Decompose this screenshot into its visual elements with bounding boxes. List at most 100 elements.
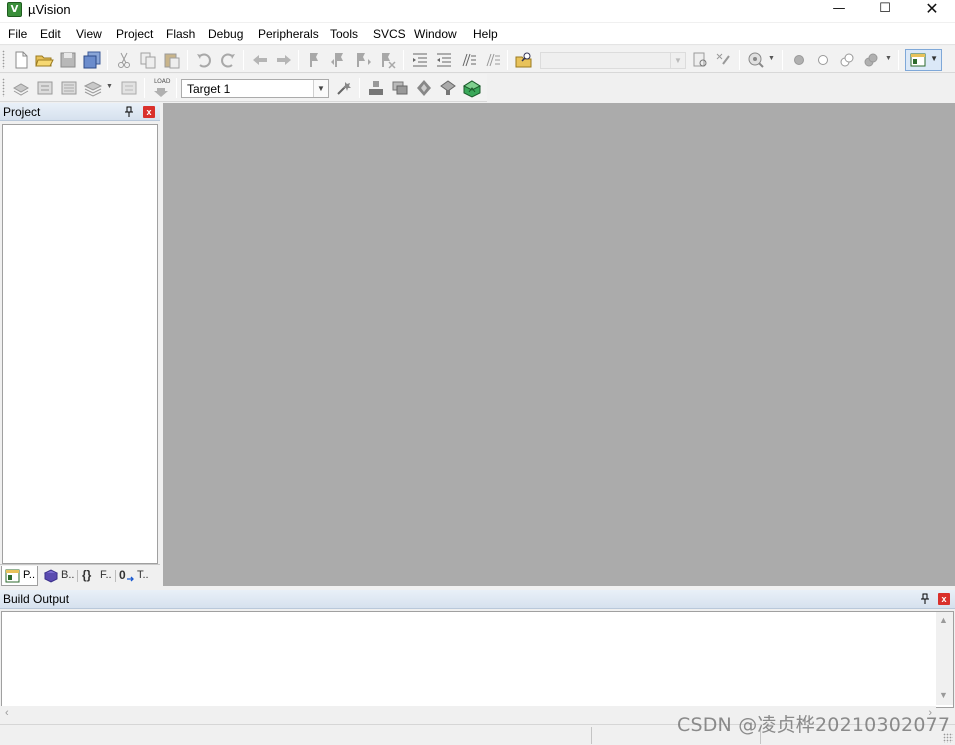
window-layout-icon	[910, 53, 926, 67]
chevron-down-icon: ▼	[930, 54, 938, 63]
toolbar-grip[interactable]	[2, 50, 5, 69]
pin-icon[interactable]	[123, 106, 135, 118]
tab-project-label: P..	[23, 569, 36, 581]
find-icon[interactable]	[690, 50, 710, 70]
close-panel-icon[interactable]: x	[938, 593, 950, 605]
menu-view[interactable]: View	[74, 26, 104, 42]
toolbar-separator	[187, 50, 188, 70]
scroll-up-icon[interactable]: ▲	[939, 615, 948, 625]
bookmark-previous-icon[interactable]	[329, 50, 349, 70]
chevron-down-icon[interactable]: ▼	[106, 83, 113, 90]
unindent-icon[interactable]	[434, 50, 454, 70]
translate-icon[interactable]	[11, 78, 31, 98]
manage-project-items-icon[interactable]	[366, 78, 386, 98]
menu-svcs[interactable]: SVCS	[371, 26, 408, 42]
select-packs-icon[interactable]	[390, 78, 410, 98]
menu-tools[interactable]: Tools	[328, 26, 360, 42]
project-panel-header: Project x	[0, 103, 160, 121]
chevron-down-icon[interactable]: ▼	[313, 80, 328, 97]
window-layout-button[interactable]: ▼	[905, 49, 942, 71]
new-file-icon[interactable]	[11, 50, 31, 70]
download-load-icon[interactable]: LOAD	[151, 78, 171, 98]
save-all-icon[interactable]	[82, 50, 102, 70]
project-panel-tabs: P.. B.. {} F.. 0 T..	[0, 564, 160, 586]
file-toolbar: ▼ ▼ ▼ ▼	[0, 46, 955, 73]
toolbar-separator	[898, 50, 899, 70]
uvision-app-icon: V	[7, 2, 22, 17]
menu-flash[interactable]: Flash	[164, 26, 197, 42]
bookmark-clear-icon[interactable]	[377, 50, 397, 70]
menu-debug[interactable]: Debug	[206, 26, 245, 42]
menu-help[interactable]: Help	[471, 26, 500, 42]
tab-books-label: B..	[61, 569, 75, 581]
pin-icon[interactable]	[919, 593, 931, 605]
close-window-button[interactable]: ✕	[909, 0, 955, 22]
menu-peripherals[interactable]: Peripherals	[256, 26, 321, 42]
uncomment-icon[interactable]	[482, 50, 502, 70]
tab-separator	[77, 570, 78, 582]
status-divider	[591, 727, 592, 744]
comment-icon[interactable]	[458, 50, 478, 70]
templates-icon: 0	[119, 567, 134, 582]
scroll-down-icon[interactable]: ▼	[939, 690, 948, 700]
chevron-down-icon[interactable]: ▼	[885, 55, 892, 62]
find-combo[interactable]: ▼	[540, 52, 686, 69]
find-in-files-icon[interactable]	[514, 50, 534, 70]
disable-all-breakpoints-icon[interactable]	[837, 50, 857, 70]
insert-breakpoint-icon[interactable]	[789, 50, 809, 70]
menu-edit[interactable]: Edit	[38, 26, 63, 42]
toolbar-separator	[298, 50, 299, 70]
undo-icon[interactable]	[194, 50, 214, 70]
tab-books[interactable]: B..	[40, 566, 76, 586]
navigate-forward-icon[interactable]	[274, 50, 294, 70]
close-panel-icon[interactable]: x	[143, 106, 155, 118]
enable-breakpoint-icon[interactable]	[813, 50, 833, 70]
tab-functions[interactable]: {} F..	[79, 566, 115, 586]
menu-project[interactable]: Project	[114, 26, 155, 42]
bookmark-next-icon[interactable]	[353, 50, 373, 70]
manage-run-time-environment-icon[interactable]	[414, 78, 434, 98]
target-select[interactable]: Target 1 ▼	[181, 79, 329, 98]
menu-window[interactable]: Window	[412, 26, 459, 42]
copy-icon[interactable]	[138, 50, 158, 70]
open-folder-icon[interactable]	[34, 50, 54, 70]
tab-project[interactable]: P..	[1, 566, 38, 586]
indent-icon[interactable]	[410, 50, 430, 70]
functions-icon: {}	[82, 568, 92, 582]
target-options-icon[interactable]	[334, 78, 354, 98]
project-tree[interactable]	[2, 124, 158, 564]
toolbar-separator	[739, 50, 740, 70]
toolbar-separator	[243, 50, 244, 70]
vertical-scrollbar[interactable]: ▲ ▼	[936, 612, 953, 705]
save-icon[interactable]	[58, 50, 78, 70]
redo-icon[interactable]	[218, 50, 238, 70]
editor-area[interactable]	[163, 103, 955, 586]
menu-file[interactable]: File	[6, 26, 29, 42]
software-packs-icon[interactable]	[462, 78, 482, 98]
scroll-left-icon[interactable]: ‹	[5, 707, 9, 719]
toolbar-separator	[359, 78, 360, 98]
paste-icon[interactable]	[162, 50, 182, 70]
templates-glyph: 0	[119, 568, 126, 582]
bookmark-toggle-icon[interactable]	[305, 50, 325, 70]
toolbar-separator	[144, 78, 145, 98]
batch-build-icon[interactable]	[83, 78, 103, 98]
chevron-down-icon[interactable]: ▼	[670, 53, 685, 68]
tab-templates[interactable]: 0 T..	[116, 566, 154, 586]
minimize-button[interactable]: —	[816, 0, 862, 22]
toolbar-grip[interactable]	[2, 78, 5, 97]
pack-installer-icon[interactable]	[438, 78, 458, 98]
navigate-back-icon[interactable]	[250, 50, 270, 70]
toolbar-separator	[176, 78, 177, 98]
chevron-down-icon[interactable]: ▼	[768, 55, 775, 62]
stop-build-icon[interactable]	[119, 78, 139, 98]
incremental-find-icon[interactable]	[713, 50, 733, 70]
rebuild-icon[interactable]	[59, 78, 79, 98]
maximize-button[interactable]: ☐	[862, 0, 908, 22]
toolbar-separator	[403, 50, 404, 70]
kill-all-breakpoints-icon[interactable]	[861, 50, 881, 70]
debug-session-icon[interactable]	[746, 50, 766, 70]
build-icon[interactable]	[35, 78, 55, 98]
cut-icon[interactable]	[114, 50, 134, 70]
build-output-text[interactable]	[1, 611, 954, 708]
